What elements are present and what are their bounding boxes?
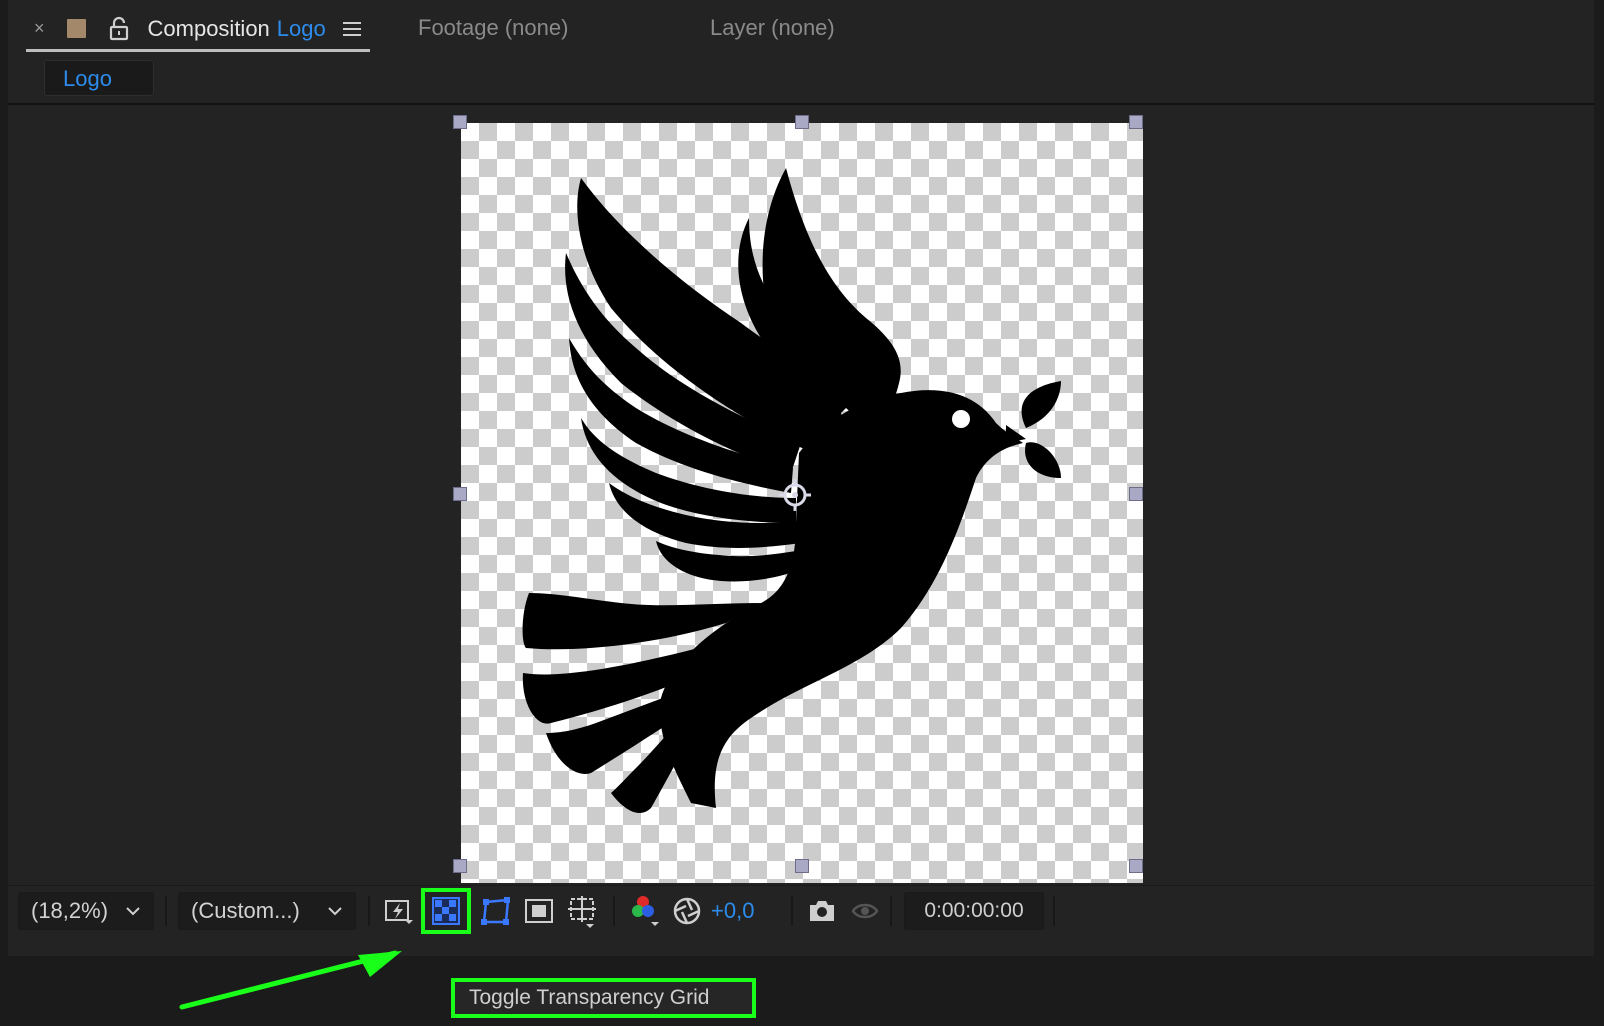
- show-channel-button[interactable]: [626, 892, 664, 930]
- mask-visibility-icon: [481, 897, 510, 925]
- panel-menu-icon[interactable]: [342, 20, 362, 38]
- show-snapshot-icon: [851, 903, 879, 919]
- anchor-point-icon[interactable]: [775, 475, 815, 515]
- tab-composition[interactable]: × Composition Logo: [26, 8, 370, 52]
- resolution-dropdown[interactable]: (Custom...): [178, 892, 356, 930]
- current-time-display[interactable]: 0:00:00:00: [904, 892, 1044, 930]
- magnification-value: (18,2%): [31, 898, 109, 923]
- transform-handle-bottom-left[interactable]: [453, 859, 467, 873]
- lock-icon[interactable]: [106, 16, 132, 42]
- transform-handle-top-center[interactable]: [795, 115, 809, 129]
- mask-path-visibility-button[interactable]: [477, 892, 515, 930]
- transform-handle-top-right[interactable]: [1129, 115, 1143, 129]
- transparency-grid-icon: [432, 897, 460, 925]
- tooltip: Toggle Transparency Grid: [451, 978, 756, 1018]
- composition-breadcrumb[interactable]: Logo: [44, 60, 154, 96]
- take-snapshot-button[interactable]: [803, 892, 841, 930]
- exposure-icon: [673, 897, 701, 925]
- composition-panel: × Composition Logo Footage (none) Layer …: [8, 0, 1594, 956]
- annotation-arrow: [179, 950, 402, 1010]
- tab-layer[interactable]: Layer (none): [710, 8, 835, 48]
- region-of-interest-icon: [525, 899, 553, 923]
- toolbar-separator: [1053, 896, 1055, 926]
- toolbar-separator: [890, 896, 892, 926]
- grid-guides-icon: [568, 896, 596, 928]
- chevron-down-icon: [328, 907, 342, 916]
- panel-tab-bar: × Composition Logo Footage (none) Layer …: [8, 0, 1594, 56]
- transform-handle-bottom-right[interactable]: [1129, 859, 1143, 873]
- exposure-value[interactable]: +0,0: [711, 892, 754, 930]
- toolbar-separator: [791, 896, 793, 926]
- toolbar-separator: [613, 896, 615, 926]
- label-color-swatch[interactable]: [66, 19, 86, 38]
- camera-snapshot-icon: [810, 901, 834, 921]
- resolution-value: (Custom...): [191, 898, 300, 923]
- viewer-toolbar: (18,2%) (Custom...) +0,0 0:00:00:00: [8, 885, 1594, 940]
- composition-viewer[interactable]: [8, 105, 1594, 883]
- close-tab-icon[interactable]: ×: [34, 18, 45, 39]
- composition-canvas[interactable]: [453, 115, 1143, 883]
- toolbar-separator: [165, 896, 167, 926]
- region-of-interest-button[interactable]: [520, 892, 558, 930]
- tooltip-text: Toggle Transparency Grid: [469, 986, 710, 1009]
- tab-composition-name: Logo: [276, 15, 326, 41]
- chevron-down-icon: [126, 907, 140, 916]
- transform-handle-middle-right[interactable]: [1129, 487, 1143, 501]
- fast-preview-icon: [385, 900, 413, 924]
- reset-exposure-button[interactable]: [668, 892, 706, 930]
- toolbar-separator: [368, 896, 370, 926]
- transform-handle-top-left[interactable]: [453, 115, 467, 129]
- magnification-dropdown[interactable]: (18,2%): [18, 892, 154, 930]
- fast-previews-button[interactable]: [379, 892, 417, 930]
- color-channels-icon: [632, 896, 659, 926]
- tab-composition-label: Composition: [147, 15, 270, 41]
- show-snapshot-button[interactable]: [846, 892, 884, 930]
- toggle-transparency-grid-button[interactable]: [421, 888, 471, 934]
- transform-handle-bottom-center[interactable]: [795, 859, 809, 873]
- transform-handle-middle-left[interactable]: [453, 487, 467, 501]
- tab-footage[interactable]: Footage (none): [418, 8, 568, 48]
- grid-and-guides-button[interactable]: [563, 892, 601, 930]
